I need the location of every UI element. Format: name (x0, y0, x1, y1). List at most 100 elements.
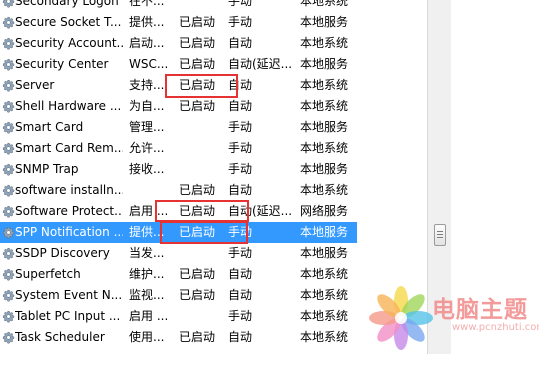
service-startup-type: 自动(延迟... (228, 57, 293, 71)
service-log-on-as: 本地系统 (300, 309, 349, 323)
service-name: Security Account... (15, 36, 123, 50)
gear-icon (1, 75, 15, 96)
highlight-box-spp-notification-status (160, 221, 248, 244)
service-startup-type: 手动 (228, 15, 253, 29)
service-log-on-as: 本地系统 (300, 36, 349, 50)
service-name: SPP Notification ... (15, 225, 123, 239)
service-row[interactable]: Smart Card Rem... 允许... 手动 本地系统 (0, 138, 357, 159)
service-startup-type: 手动 (228, 246, 253, 260)
service-row[interactable]: software installn... 已启动 自动 本地系统 (0, 180, 357, 201)
service-row[interactable]: Secondary Logon 在不... 手动 本地系统 (0, 0, 357, 12)
gear-icon (1, 96, 15, 117)
gear-icon (1, 12, 15, 33)
service-name: Smart Card Rem... (15, 141, 123, 155)
service-status: 已启动 (179, 99, 216, 113)
service-description (129, 180, 175, 201)
service-startup-type: 手动 (228, 309, 253, 323)
service-log-on-as: 网络服务 (300, 204, 349, 218)
service-startup-type (228, 348, 296, 369)
service-name: System Event N... (15, 288, 123, 302)
highlight-box-server-status (165, 74, 238, 98)
service-row[interactable]: Task Scheduler 使用... 已启动 自动 本地系统 (0, 327, 357, 348)
service-log-on-as: 本地服务 (300, 120, 349, 134)
service-description: 当发... (129, 246, 165, 260)
service-row[interactable]: Superfetch 维护... 已启动 自动 本地系统 (0, 264, 357, 285)
service-description: 提供... (129, 15, 165, 29)
service-log-on-as: 本地服务 (300, 57, 349, 71)
service-description (129, 348, 175, 369)
service-log-on-as: 本地服务 (300, 246, 349, 260)
service-description: 维护... (129, 267, 165, 281)
service-name: Software Protect... (15, 204, 123, 218)
service-row[interactable]: Shell Hardware ... 为自... 已启动 自动 本地系统 (0, 96, 357, 117)
service-status: 已启动 (179, 267, 216, 281)
service-log-on-as: 本地系统 (300, 183, 349, 197)
service-status (179, 243, 225, 264)
service-log-on-as: 本地系统 (300, 78, 349, 92)
service-status (179, 117, 225, 138)
service-status (179, 348, 225, 369)
service-name: software installn... (15, 183, 123, 197)
service-name: Tablet PC Input ... (15, 309, 121, 323)
service-name: Security Center (15, 57, 109, 71)
service-name: SSDP Discovery (15, 246, 110, 260)
service-status: 已启动 (179, 183, 216, 197)
gear-icon (1, 285, 15, 306)
scrollbar-thumb[interactable] (434, 224, 446, 246)
service-name: Server (15, 78, 55, 92)
service-startup-type: 手动 (228, 0, 253, 8)
service-description: 启用 ... (129, 309, 169, 323)
service-log-on-as: 本地服务 (300, 15, 349, 29)
service-status: 已启动 (179, 330, 216, 344)
service-row[interactable]: Security Center WSC... 已启动 自动(延迟... 本地服务 (0, 54, 357, 75)
gear-icon (1, 54, 15, 75)
service-row[interactable]: Tablet PC Input ... 启用 ... 手动 本地系统 (0, 306, 357, 327)
service-status (179, 159, 225, 180)
service-row[interactable] (0, 348, 357, 369)
service-name (15, 348, 123, 369)
service-row[interactable]: Secure Socket T... 提供... 已启动 手动 本地服务 (0, 12, 357, 33)
services-list: Secondary Logon 在不... 手动 本地系统 Secure Socket … (0, 0, 357, 369)
service-name: Secure Socket T... (15, 15, 122, 29)
service-row[interactable]: SNMP Trap 接收... 手动 本地服务 (0, 159, 357, 180)
service-status: 已启动 (179, 36, 216, 50)
gear-icon (1, 138, 15, 159)
service-startup-type: 自动 (228, 99, 253, 113)
service-description: 监视... (129, 288, 165, 302)
gear-icon (1, 0, 15, 12)
service-startup-type: 手动 (228, 162, 253, 176)
service-startup-type: 自动 (228, 183, 253, 197)
flower-logo-icon (369, 286, 433, 350)
service-row[interactable]: System Event N... 监视... 已启动 自动 本地系统 (0, 285, 357, 306)
service-log-on-as: 本地系统 (300, 99, 349, 113)
gear-icon (1, 348, 15, 369)
gear-icon (1, 117, 15, 138)
gear-icon (1, 222, 15, 243)
service-status (179, 306, 225, 327)
service-row[interactable]: Smart Card 管理... 手动 本地服务 (0, 117, 357, 138)
service-log-on-as: 本地系统 (300, 330, 349, 344)
service-row[interactable]: Security Account... 启动... 已启动 自动 本地系统 (0, 33, 357, 54)
service-name: Shell Hardware ... (15, 99, 122, 113)
gear-icon (1, 327, 15, 348)
service-log-on-as: 本地服务 (300, 225, 349, 239)
service-description: 接收... (129, 162, 165, 176)
gear-icon (1, 33, 15, 54)
gear-icon (1, 201, 15, 222)
service-startup-type: 手动 (228, 120, 253, 134)
service-status: 已启动 (179, 57, 216, 71)
service-description: 允许... (129, 141, 165, 155)
watermark-url: www.pcnzhuti.com (452, 322, 539, 333)
service-log-on-as: 本地系统 (300, 288, 349, 302)
service-log-on-as: 本地系统 (300, 141, 349, 155)
highlight-box-software-protection-status (155, 200, 249, 222)
service-name: Task Scheduler (15, 330, 105, 344)
service-log-on-as (300, 348, 356, 369)
service-startup-type: 自动 (228, 267, 253, 281)
service-startup-type: 自动 (228, 288, 253, 302)
service-log-on-as: 本地系统 (300, 267, 349, 281)
service-description: WSC... (129, 57, 169, 71)
watermark-title: 电脑主题 (432, 297, 528, 323)
service-row[interactable]: SSDP Discovery 当发... 手动 本地服务 (0, 243, 357, 264)
service-status (179, 0, 225, 12)
